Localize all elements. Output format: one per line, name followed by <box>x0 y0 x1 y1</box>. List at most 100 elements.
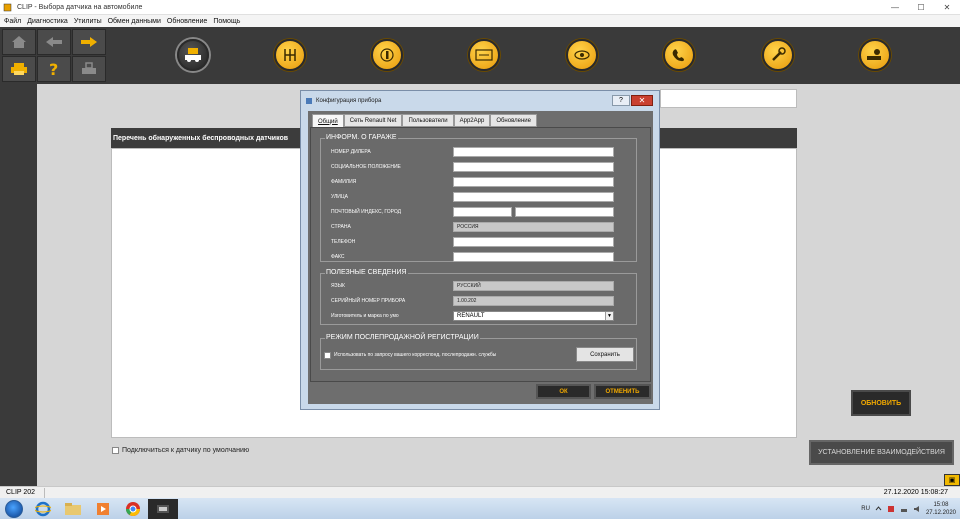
forward-button[interactable] <box>72 29 106 55</box>
phone-input[interactable] <box>453 237 614 247</box>
dialog-tabs: Общий Сеть Renault Net Пользователи App2… <box>312 114 537 128</box>
chrome-icon <box>126 501 140 516</box>
language-input: РУССКИЙ <box>453 281 614 291</box>
tool-car-service[interactable] <box>859 39 891 71</box>
tool-wrench[interactable] <box>762 39 794 71</box>
taskbar-explorer[interactable] <box>58 499 88 519</box>
svg-text:?: ? <box>49 61 58 77</box>
tray-volume-icon[interactable] <box>913 505 921 513</box>
taskbar-ie[interactable] <box>28 499 58 519</box>
status-device: CLIP 202 <box>6 489 36 496</box>
after-sales-checkbox[interactable] <box>324 352 331 359</box>
chevron-down-icon[interactable]: ▼ <box>605 312 613 320</box>
dialog-app-icon <box>306 98 312 104</box>
vehicle-lock-button[interactable] <box>72 56 106 82</box>
camera-icon[interactable]: ▣ <box>944 474 960 486</box>
city-input[interactable] <box>515 207 614 217</box>
tool-ecu[interactable] <box>468 39 500 71</box>
home-button[interactable] <box>2 29 36 55</box>
tab-users[interactable]: Пользователи <box>402 114 454 127</box>
garage-info-group: ИНФОРМ. О ГАРАЖЕ НОМЕР ДИЛЕРА СОЦИАЛЬНОЕ… <box>320 134 637 262</box>
top-field[interactable] <box>660 89 797 108</box>
serial-input: 1.00.202 <box>453 296 614 306</box>
phone-icon <box>672 49 684 62</box>
car-sensor-icon <box>185 48 201 62</box>
cancel-button[interactable]: ОТМЕНИТЬ <box>594 384 651 399</box>
nav-grid: ? <box>0 27 108 84</box>
social-status-label: СОЦИАЛЬНОЕ ПОЛОЖЕНИЕ <box>331 164 401 170</box>
last-name-input[interactable] <box>453 177 614 187</box>
dialog-close-button[interactable]: ✕ <box>631 95 653 106</box>
language-row: ЯЗЫК РУССКИЙ <box>321 281 636 292</box>
after-sales-title: РЕЖИМ ПОСЛЕПРОДАЖНОЙ РЕГИСТРАЦИИ <box>325 334 480 341</box>
default-sensor-checkbox[interactable] <box>112 447 119 454</box>
dialog-content: Общий Сеть Renault Net Пользователи App2… <box>308 111 653 404</box>
street-input[interactable] <box>453 192 614 202</box>
menu-file[interactable]: Файл <box>4 18 21 25</box>
tray-chevron-icon[interactable] <box>875 505 882 512</box>
tool-touch[interactable] <box>371 39 403 71</box>
window-title: CLIP - Выбора датчика на автомобиле <box>17 3 143 11</box>
tool-gearbox[interactable] <box>274 39 306 71</box>
dialog-help-button[interactable]: ? <box>612 95 630 106</box>
tray-language[interactable]: RU <box>861 506 870 512</box>
postal-code-input[interactable] <box>453 207 512 217</box>
windows-orb-icon <box>5 499 23 518</box>
toolbar: ? <box>0 27 960 84</box>
menu-bar: Файл Диагностика Утилиты Обмен данными О… <box>0 15 960 27</box>
tray-flag-icon[interactable] <box>887 505 895 513</box>
menu-data-exchange[interactable]: Обмен данными <box>108 18 161 25</box>
social-status-input[interactable] <box>453 162 614 172</box>
title-bar: CLIP - Выбора датчика на автомобиле — ☐ … <box>0 0 960 15</box>
brand-label: Изготовитель и марка по умо <box>331 313 399 319</box>
menu-help[interactable]: Помощь <box>213 18 240 25</box>
minimize-button[interactable]: — <box>882 0 908 14</box>
explorer-icon <box>65 502 81 515</box>
status-datetime: 27.12.2020 15:08:27 <box>883 489 948 496</box>
ok-button[interactable]: ОК <box>536 384 591 399</box>
maximize-button[interactable]: ☐ <box>908 0 934 14</box>
tool-car-diagnostic[interactable] <box>566 39 598 71</box>
tool-phone[interactable] <box>663 39 695 71</box>
device-config-dialog: Конфигурация прибора ? ✕ Общий Сеть Rena… <box>300 90 660 410</box>
vehicle-lock-icon <box>82 62 96 74</box>
taskbar-chrome[interactable] <box>118 499 148 519</box>
tab-renault-net[interactable]: Сеть Renault Net <box>343 114 403 127</box>
tab-general[interactable]: Общий <box>312 114 344 128</box>
tray-network-icon[interactable] <box>900 505 908 513</box>
print-button[interactable] <box>2 56 36 82</box>
menu-update[interactable]: Обновление <box>167 18 207 25</box>
default-sensor-option: Подключиться к датчику по умолчанию <box>112 447 249 454</box>
update-button[interactable]: ОБНОВИТЬ <box>851 390 911 416</box>
menu-utilities[interactable]: Утилиты <box>74 18 102 25</box>
establish-connection-button[interactable]: УСТАНОВЛЕНИЕ ВЗАИМОДЕЙСТВИЯ <box>809 440 954 465</box>
back-button[interactable] <box>37 29 71 55</box>
tab-app2app[interactable]: App2App <box>453 114 491 127</box>
wrench-icon <box>772 47 786 61</box>
save-button[interactable]: Сохранить <box>576 347 634 362</box>
menu-diagnostics[interactable]: Диагностика <box>27 18 68 25</box>
tool-car-sensor[interactable] <box>177 39 209 71</box>
clip-app-icon <box>157 504 169 513</box>
tab-update[interactable]: Обновление <box>490 114 537 127</box>
brand-select[interactable]: RENAULT ▼ <box>453 311 614 321</box>
dealer-number-input[interactable] <box>453 147 614 157</box>
printer-icon <box>11 63 27 75</box>
taskbar-media[interactable] <box>88 499 118 519</box>
status-divider <box>44 488 45 498</box>
left-strip <box>0 84 37 486</box>
fax-input[interactable] <box>453 252 614 262</box>
system-tray: RU 15:08 27.12.2020 <box>861 498 956 519</box>
useful-info-title: ПОЛЕЗНЫЕ СВЕДЕНИЯ <box>325 269 408 276</box>
help-button[interactable]: ? <box>37 56 71 82</box>
start-button[interactable] <box>0 498 28 519</box>
phone-label: ТЕЛЕФОН <box>331 239 356 245</box>
touch-icon <box>380 48 394 62</box>
close-button[interactable]: ✕ <box>934 0 960 14</box>
postal-city-row: ПОЧТОВЫЙ ИНДЕКС, ГОРОД <box>321 207 636 218</box>
taskbar-clip[interactable] <box>148 498 178 519</box>
general-tab-panel: ИНФОРМ. О ГАРАЖЕ НОМЕР ДИЛЕРА СОЦИАЛЬНОЕ… <box>310 127 651 382</box>
after-sales-group: РЕЖИМ ПОСЛЕПРОДАЖНОЙ РЕГИСТРАЦИИ Использ… <box>320 334 637 370</box>
tray-clock[interactable]: 15:08 27.12.2020 <box>926 501 956 517</box>
postal-city-label: ПОЧТОВЫЙ ИНДЕКС, ГОРОД <box>331 209 402 215</box>
